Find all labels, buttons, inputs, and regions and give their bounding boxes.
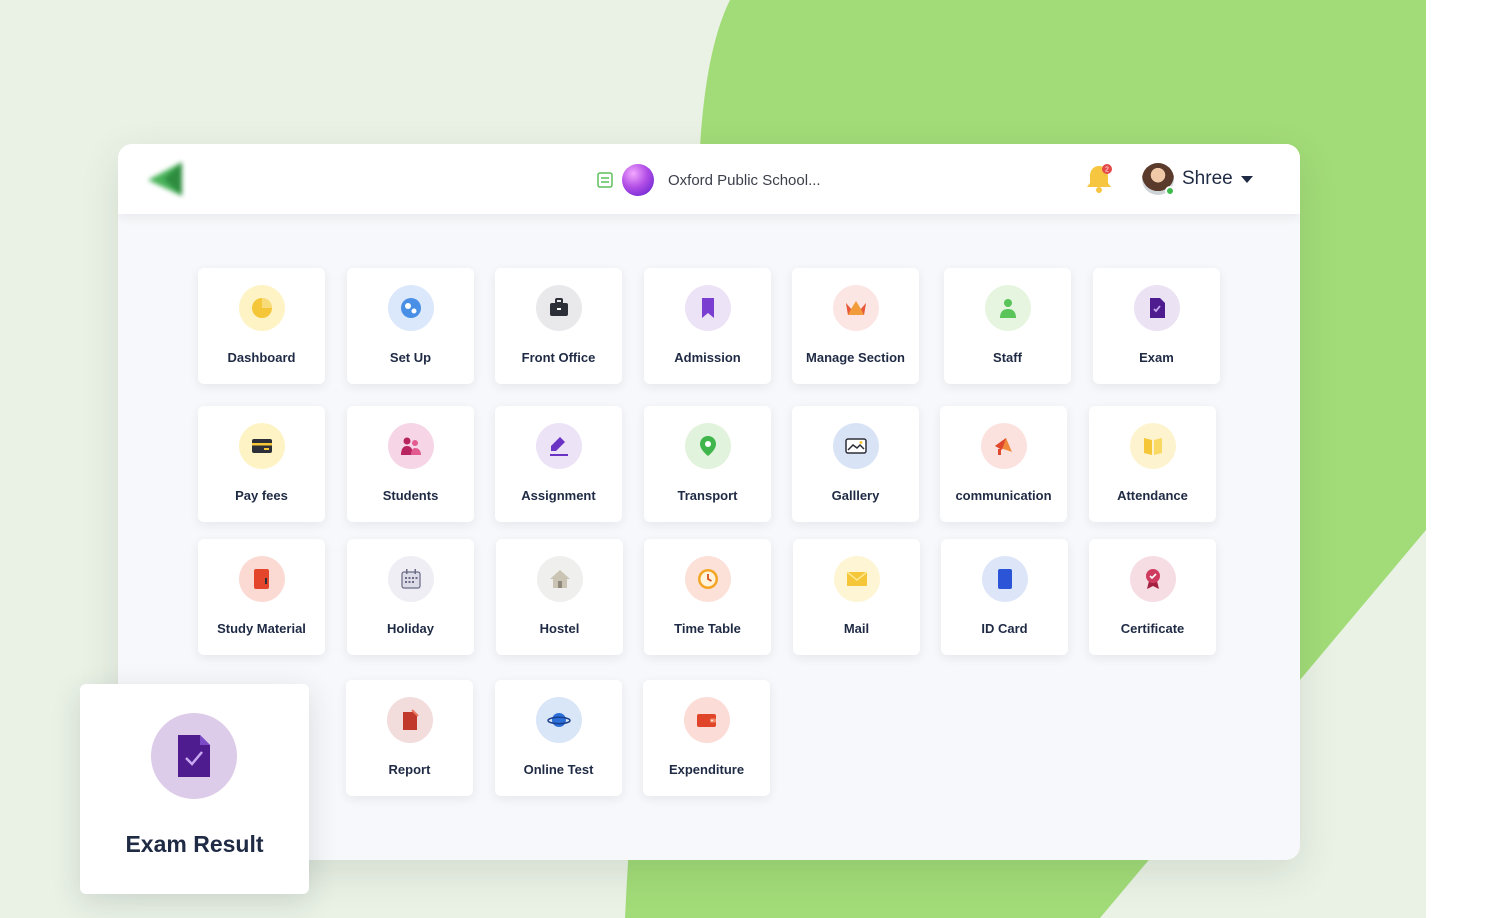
- house-icon: [537, 556, 583, 602]
- planet-icon: [536, 697, 582, 743]
- card-icon: [239, 423, 285, 469]
- module-report[interactable]: Report: [346, 680, 473, 796]
- module-label: Admission: [674, 350, 741, 365]
- module-label: Online Test: [523, 762, 594, 777]
- module-label: Pay fees: [235, 488, 288, 503]
- school-list-icon: [597, 172, 613, 188]
- module-expenditure[interactable]: Expenditure: [643, 680, 770, 796]
- module-online-test[interactable]: Online Test: [495, 680, 622, 796]
- module-label: Report: [388, 762, 431, 777]
- exam-document-icon: [1134, 285, 1180, 331]
- exam-result-label: Exam Result: [125, 831, 264, 857]
- notification-count: 2: [1105, 167, 1109, 174]
- report-icon: [387, 697, 433, 743]
- module-pay-fees[interactable]: Pay fees: [198, 406, 325, 522]
- module-time-table[interactable]: Time Table: [644, 539, 771, 655]
- user-name: Shree: [1182, 168, 1233, 189]
- notebook-icon: [239, 556, 285, 602]
- module-label: Set Up: [389, 350, 432, 365]
- module-label: Exam: [1139, 350, 1174, 365]
- bookmark-icon: [685, 285, 731, 331]
- wallet-icon: [684, 697, 730, 743]
- module-label: Expenditure: [668, 762, 745, 777]
- image-icon: [833, 423, 879, 469]
- calendar-icon: [388, 556, 434, 602]
- school-name: Oxford Public School...: [668, 171, 821, 189]
- book-icon: [1130, 423, 1176, 469]
- students-icon: [388, 423, 434, 469]
- module-transport[interactable]: Transport: [644, 406, 771, 522]
- module-label: Dashboard: [227, 350, 296, 365]
- id-card-icon: [982, 556, 1028, 602]
- module-label: Study Material: [217, 621, 306, 636]
- module-dashboard[interactable]: Dashboard: [198, 268, 325, 384]
- module-label: Galllery: [831, 488, 880, 503]
- pen-icon: [536, 423, 582, 469]
- module-admission[interactable]: Admission: [644, 268, 771, 384]
- module-label: Students: [382, 488, 439, 503]
- module-communication[interactable]: communication: [940, 406, 1067, 522]
- avatar: [1142, 163, 1175, 196]
- module-label: Transport: [677, 488, 738, 503]
- module-label: Attendance: [1117, 488, 1188, 503]
- clock-icon: [685, 556, 731, 602]
- online-status-dot: [1165, 186, 1175, 196]
- module-manage-section[interactable]: Manage Section: [792, 268, 919, 384]
- module-exam[interactable]: Exam: [1093, 268, 1220, 384]
- module-holiday[interactable]: Holiday: [347, 539, 474, 655]
- chevron-down-icon: [1240, 175, 1253, 183]
- module-label: Hostel: [539, 621, 580, 636]
- module-label: Manage Section: [806, 350, 905, 365]
- module-label: Staff: [993, 350, 1022, 365]
- module-certificate[interactable]: Certificate: [1089, 539, 1216, 655]
- briefcase-icon: [536, 285, 582, 331]
- module-assignment[interactable]: Assignment: [495, 406, 622, 522]
- module-hostel[interactable]: Hostel: [496, 539, 623, 655]
- school-selector[interactable]: Oxford Public School...: [596, 163, 821, 197]
- module-staff[interactable]: Staff: [944, 268, 1071, 384]
- module-label: Holiday: [387, 621, 434, 636]
- megaphone-icon: [981, 423, 1027, 469]
- app-logo[interactable]: [142, 158, 188, 200]
- module-label: Assignment: [521, 488, 596, 503]
- module-students[interactable]: Students: [347, 406, 474, 522]
- module-gallery[interactable]: Galllery: [792, 406, 919, 522]
- exam-result-card[interactable]: Exam Result: [80, 684, 309, 894]
- page-margin: [1426, 0, 1508, 918]
- pie-chart-icon: [239, 285, 285, 331]
- module-study-material[interactable]: Study Material: [198, 539, 325, 655]
- puzzle-icon: [388, 285, 434, 331]
- module-label: Time Table: [674, 621, 741, 636]
- user-menu[interactable]: Shree: [1142, 162, 1253, 196]
- module-label: Mail: [843, 621, 870, 636]
- module-label: communication: [955, 488, 1052, 503]
- exam-result-icon: [151, 713, 237, 799]
- person-icon: [985, 285, 1031, 331]
- module-id-card[interactable]: ID Card: [941, 539, 1068, 655]
- location-pin-icon: [685, 423, 731, 469]
- module-label: ID Card: [981, 621, 1028, 636]
- module-label: Certificate: [1120, 621, 1185, 636]
- module-label: Front Office: [521, 350, 596, 365]
- badge-icon: [1130, 556, 1176, 602]
- module-attendance[interactable]: Attendance: [1089, 406, 1216, 522]
- notification-bell-icon[interactable]: 2: [1084, 162, 1114, 194]
- school-logo: [622, 164, 654, 196]
- top-bar: Oxford Public School... 2 Shree: [118, 144, 1300, 214]
- module-mail[interactable]: Mail: [793, 539, 920, 655]
- crown-icon: [833, 285, 879, 331]
- mail-icon: [834, 556, 880, 602]
- module-front-office[interactable]: Front Office: [495, 268, 622, 384]
- module-setup[interactable]: Set Up: [347, 268, 474, 384]
